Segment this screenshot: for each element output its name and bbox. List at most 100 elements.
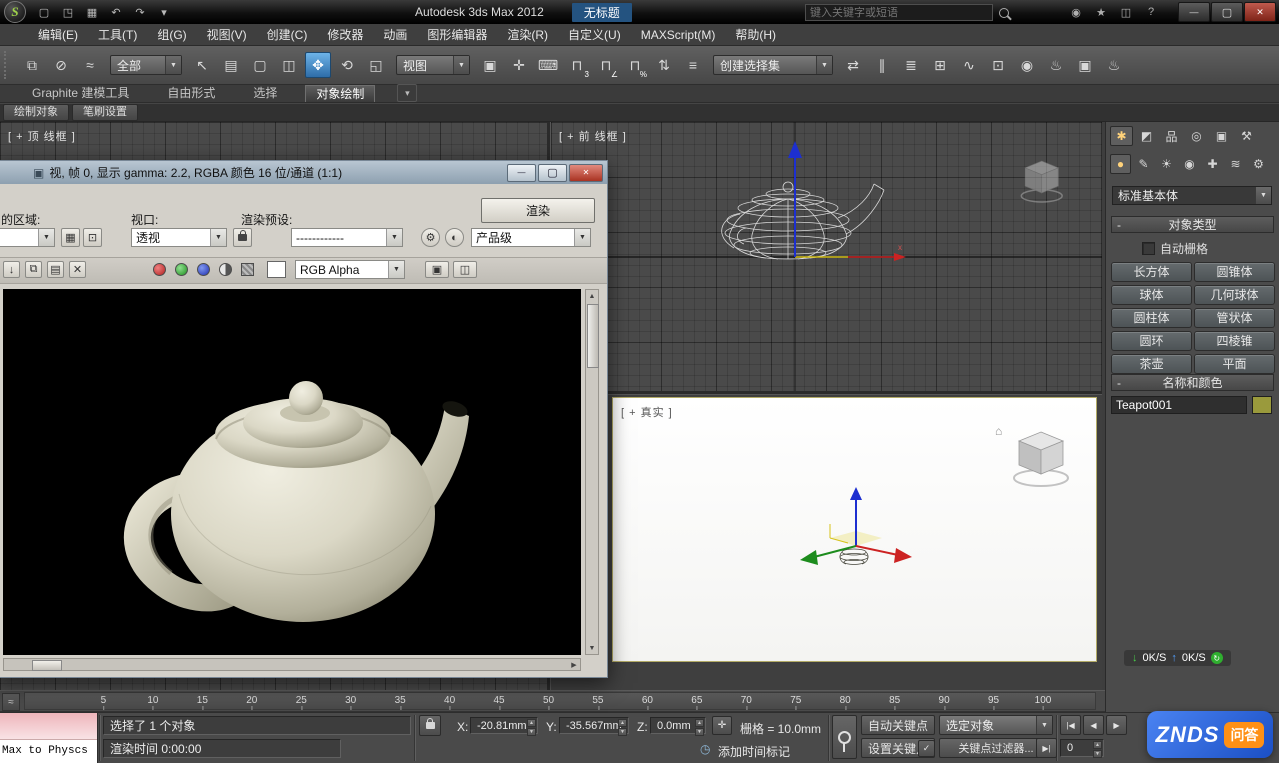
object-button-圆锥体[interactable]: 圆锥体 — [1194, 262, 1275, 282]
add-time-tag-label[interactable]: 添加时间标记 — [718, 743, 790, 760]
menu-item-自定义(U)[interactable]: 自定义(U) — [558, 24, 631, 46]
render-close-button[interactable] — [569, 164, 603, 182]
select-and-move-icon[interactable]: ✥ — [305, 52, 331, 78]
menu-item-编辑(E)[interactable]: 编辑(E) — [28, 24, 88, 46]
absolute-offset-toggle[interactable]: ✛ — [712, 716, 732, 735]
layer-manager-icon[interactable]: ≣ — [898, 52, 924, 78]
window-crossing-icon[interactable]: ◫ — [276, 52, 302, 78]
menu-item-组(G)[interactable]: 组(G) — [147, 24, 196, 46]
geometry-category[interactable]: ● — [1110, 154, 1131, 174]
ribbon-button-笔刷设置[interactable]: 笔刷设置 — [72, 104, 138, 121]
green-channel-icon[interactable] — [175, 263, 188, 276]
mirror-icon[interactable]: ⇄ — [840, 52, 866, 78]
ribbon-tab-Graphite 建模工具[interactable]: Graphite 建模工具 — [22, 85, 139, 102]
named-selection-sets-dropdown[interactable]: 创建选择集 — [713, 55, 833, 75]
y-spinner[interactable] — [618, 719, 627, 732]
object-button-长方体[interactable]: 长方体 — [1111, 262, 1192, 282]
shapes-category[interactable]: ✎ — [1133, 154, 1154, 174]
graphite-toggle-icon[interactable]: ⊞ — [927, 52, 953, 78]
edit-region-icon[interactable]: ▦ — [61, 228, 80, 247]
menu-item-修改器[interactable]: 修改器 — [317, 24, 373, 46]
previous-frame-button[interactable]: ◀ — [1083, 715, 1104, 735]
horizontal-scroll-thumb[interactable] — [32, 660, 62, 671]
motion-tab[interactable]: ◎ — [1185, 126, 1208, 146]
viewcube-home-icon[interactable]: ⌂ — [995, 424, 1002, 438]
channel-display-dropdown[interactable]: RGB Alpha — [295, 260, 405, 279]
menu-item-创建(C)[interactable]: 创建(C) — [257, 24, 318, 46]
curve-editor-icon[interactable]: ∿ — [956, 52, 982, 78]
render-button[interactable]: 渲染 — [481, 198, 595, 223]
maxscript-mini-listener[interactable]: Max to Physcs — [0, 713, 98, 763]
ribbon-button-绘制对象[interactable]: 绘制对象 — [3, 104, 69, 121]
object-button-圆柱体[interactable]: 圆柱体 — [1111, 308, 1192, 328]
render-setup-icon[interactable]: ♨ — [1043, 52, 1069, 78]
render-minimize-button[interactable] — [507, 164, 536, 182]
hierarchy-tab[interactable]: 品 — [1160, 126, 1183, 146]
select-object-icon[interactable]: ↖ — [189, 52, 215, 78]
go-to-start-button[interactable]: |◀ — [1060, 715, 1081, 735]
spacewarps-category[interactable]: ≋ — [1225, 154, 1246, 174]
object-button-几何球体[interactable]: 几何球体 — [1194, 285, 1275, 305]
go-to-end-button[interactable]: ▶| — [1036, 738, 1057, 758]
spinner-snap-icon[interactable]: ⇅ — [651, 52, 677, 78]
layout-toggle-icon[interactable]: ◫ — [453, 261, 477, 278]
select-by-name-icon[interactable]: ▤ — [218, 52, 244, 78]
rendered-frame-icon[interactable]: ▣ — [1072, 52, 1098, 78]
current-frame-field[interactable]: 0 — [1060, 739, 1104, 757]
vertical-scroll-thumb[interactable] — [587, 304, 599, 368]
render-horizontal-scrollbar[interactable]: ▶ — [3, 658, 581, 671]
toolbar-grip[interactable] — [4, 51, 12, 79]
redo-icon[interactable]: ↷ — [129, 3, 151, 21]
alpha-channel-icon[interactable] — [241, 263, 254, 276]
cameras-category[interactable]: ◉ — [1179, 154, 1200, 174]
menu-item-工具(T)[interactable]: 工具(T) — [88, 24, 147, 46]
systems-category[interactable]: ⚙ — [1248, 154, 1269, 174]
timeline-mini-icon[interactable]: ≈ — [2, 693, 20, 711]
close-button[interactable] — [1244, 2, 1276, 22]
timeline-ruler[interactable]: 5101520253035404550556065707580859095100 — [24, 692, 1096, 710]
save-image-icon[interactable]: ↓ — [3, 261, 20, 278]
perspective-safe-frame[interactable]: [ + 真实 ] ⌂ — [612, 397, 1097, 662]
clear-image-icon[interactable]: ✕ — [69, 261, 86, 278]
area-to-render-dropdown[interactable] — [0, 228, 55, 247]
select-and-scale-icon[interactable]: ◱ — [363, 52, 389, 78]
communication-center-icon[interactable]: ◉ — [1068, 4, 1084, 20]
rectangular-selection-region-icon[interactable]: ▢ — [247, 52, 273, 78]
select-and-link-icon[interactable]: ⧉ — [19, 52, 45, 78]
utilities-tab[interactable]: ⚒ — [1235, 126, 1258, 146]
viewport-front-label[interactable]: [ + 前 线框 ] — [559, 128, 627, 144]
undo-icon[interactable]: ↶ — [105, 3, 127, 21]
use-pivot-center-icon[interactable]: ▣ — [477, 52, 503, 78]
category-dropdown[interactable]: 标准基本体 — [1112, 186, 1272, 205]
selection-filter-dropdown[interactable]: 全部 — [110, 55, 182, 75]
render-viewport-dropdown[interactable]: 透视 — [131, 228, 227, 247]
create-tab[interactable]: ✱ — [1110, 126, 1133, 146]
auto-region-icon[interactable]: ⊡ — [83, 228, 102, 247]
frame-spinner[interactable] — [1093, 741, 1102, 755]
select-and-manipulate-icon[interactable]: ✛ — [506, 52, 532, 78]
macro-recorder-pane[interactable] — [0, 713, 97, 740]
x-coordinate-field[interactable]: -20.81mm — [470, 717, 538, 734]
scroll-down-icon[interactable]: ▼ — [586, 642, 598, 654]
ribbon-tab-自由形式[interactable]: 自由形式 — [157, 85, 225, 102]
render-vertical-scrollbar[interactable]: ▲ ▼ — [585, 289, 599, 655]
blue-channel-icon[interactable] — [197, 263, 210, 276]
material-editor-icon[interactable]: ◉ — [1014, 52, 1040, 78]
toggle-ui-icon[interactable]: ▣ — [425, 261, 449, 278]
object-button-四棱锥[interactable]: 四棱锥 — [1194, 331, 1275, 351]
red-channel-icon[interactable] — [153, 263, 166, 276]
clone-window-icon[interactable]: ⧉ — [25, 261, 42, 278]
help-icon[interactable]: ? — [1143, 4, 1159, 20]
print-image-icon[interactable]: ▤ — [47, 261, 64, 278]
x-spinner[interactable] — [527, 719, 536, 732]
viewport-top-label[interactable]: [ + 顶 线框 ] — [8, 128, 76, 144]
snap-toggle-3d-icon[interactable]: ⊓3 — [564, 52, 590, 78]
ribbon-tab-对象绘制[interactable]: 对象绘制 — [305, 85, 375, 102]
ribbon-minimize-icon[interactable]: ▾ — [397, 84, 417, 102]
save-file-icon[interactable]: ▦ — [81, 3, 103, 21]
menu-item-帮助(H)[interactable]: 帮助(H) — [725, 24, 786, 46]
render-preset-dropdown[interactable]: ------------ — [291, 228, 403, 247]
ribbon-tab-选择[interactable]: 选择 — [243, 85, 287, 102]
search-input[interactable] — [805, 4, 993, 21]
app-logo-icon[interactable]: S — [4, 1, 26, 23]
